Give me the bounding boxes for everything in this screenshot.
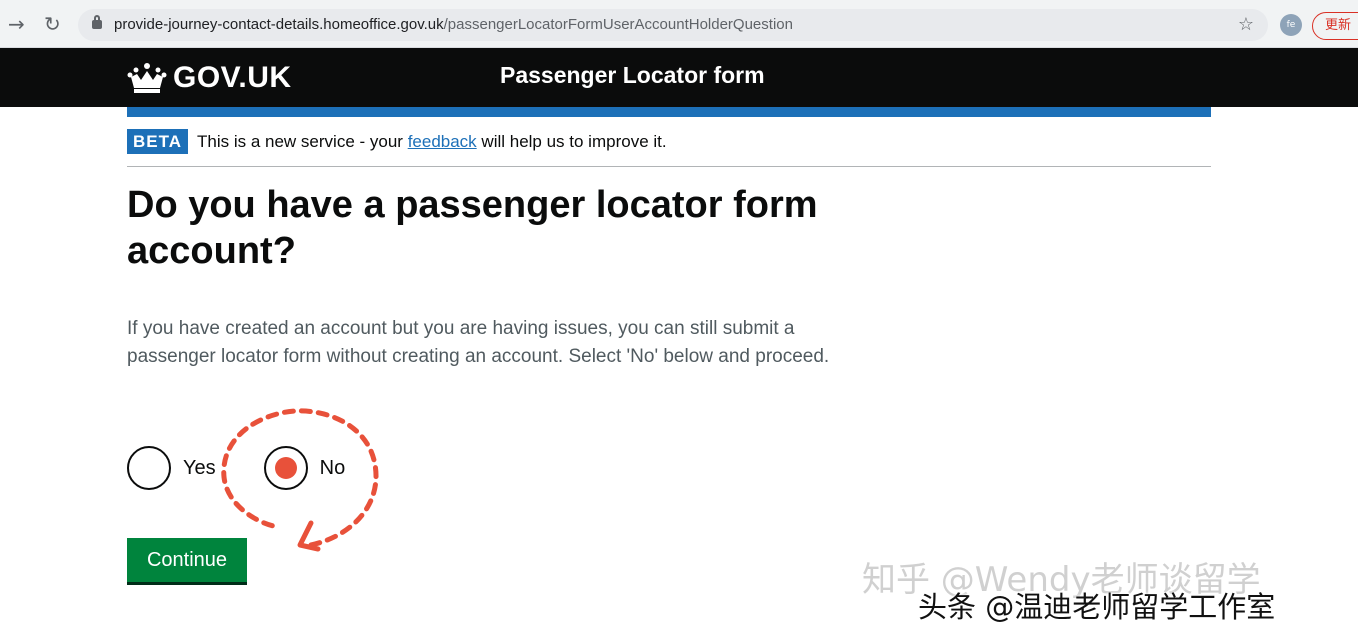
phase-banner: BETA This is a new service - your feedba…: [127, 129, 1211, 167]
url-domain: provide-journey-contact-details.homeoffi…: [114, 16, 444, 33]
crown-icon: [127, 63, 167, 93]
radio-yes-label[interactable]: Yes: [183, 457, 216, 480]
forward-arrow-icon[interactable]: →: [8, 14, 25, 34]
continue-button[interactable]: Continue: [127, 538, 247, 582]
feedback-link[interactable]: feedback: [408, 132, 477, 151]
watermark-toutiao: 头条 @温迪老师留学工作室: [918, 590, 1276, 624]
profile-avatar[interactable]: fe: [1280, 14, 1302, 36]
page-heading: Do you have a passenger locator form acc…: [127, 184, 818, 272]
browser-update-button[interactable]: 更新: [1312, 12, 1358, 40]
lock-icon: [92, 15, 102, 29]
annotation-dashed-arrow: [221, 408, 379, 552]
bookmark-star-icon[interactable]: ☆: [1238, 14, 1254, 35]
govuk-logo-link[interactable]: GOV.UK: [127, 61, 292, 95]
browser-toolbar: → ↻ provide-journey-contact-details.home…: [0, 0, 1358, 48]
phase-text-after: will help us to improve it.: [476, 132, 667, 151]
reload-icon[interactable]: ↻: [44, 14, 61, 34]
radio-option-yes[interactable]: Yes: [127, 446, 216, 490]
header-blue-underline: [127, 107, 1211, 117]
radio-yes-input[interactable]: [127, 446, 171, 490]
govuk-logo-text: GOV.UK: [173, 61, 292, 94]
beta-tag: BETA: [127, 129, 188, 154]
phase-banner-text: This is a new service - your feedback wi…: [197, 132, 667, 152]
phase-text-before: This is a new service - your: [197, 132, 408, 151]
govuk-header: GOV.UK Passenger Locator form: [0, 48, 1358, 107]
url-path: /passengerLocatorFormUserAccountHolderQu…: [443, 16, 793, 33]
url-text: provide-journey-contact-details.homeoffi…: [114, 16, 793, 33]
question-hint: If you have created an account but you a…: [127, 318, 830, 367]
service-name[interactable]: Passenger Locator form: [500, 62, 765, 89]
address-bar[interactable]: provide-journey-contact-details.homeoffi…: [78, 9, 1268, 41]
